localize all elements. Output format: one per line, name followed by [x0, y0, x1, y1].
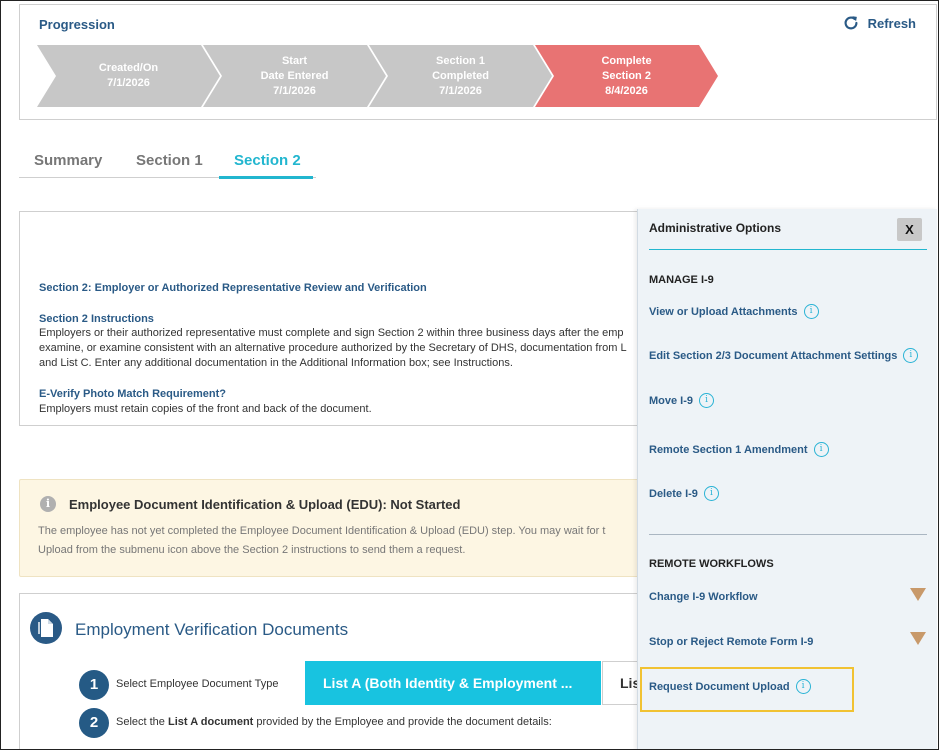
info-icon[interactable]: i — [703, 486, 719, 501]
edu-text-line-2: Upload from the submenu icon above the S… — [38, 544, 466, 556]
info-icon[interactable]: i — [903, 348, 919, 363]
admin-panel-title: Administrative Options — [649, 221, 782, 235]
step-2-label: Select the List A document provided by t… — [116, 716, 552, 728]
delete-i9-link[interactable]: Delete I-9 i — [649, 486, 719, 501]
step-complete-section2: Complete Section 2 8/4/2026 — [535, 45, 718, 107]
info-icon[interactable]: i — [803, 304, 819, 319]
admin-title-divider — [649, 249, 927, 250]
document-icon — [30, 612, 62, 644]
progression-card: Progression Refresh Created/On 7/1/2026 S… — [19, 4, 937, 120]
section2-heading: Section 2: Employer or Authorized Repres… — [39, 282, 427, 294]
step-section1-completed: Section 1 Completed 7/1/2026 — [369, 45, 552, 107]
administrative-options-panel: Administrative Options X MANAGE I-9 View… — [637, 209, 937, 749]
instructions-body-line-1: Employers or their authorized representa… — [39, 327, 624, 339]
progression-title: Progression — [39, 17, 115, 32]
edit-attachment-settings-link[interactable]: Edit Section 2/3 Document Attachment Set… — [649, 348, 919, 363]
step-created: Created/On 7/1/2026 — [37, 45, 220, 107]
everify-body: Employers must retain copies of the fron… — [39, 403, 372, 415]
edu-text-line-1: The employee has not yet completed the E… — [38, 525, 606, 537]
remote-section1-amendment-link[interactable]: Remote Section 1 Amendment i — [649, 442, 829, 457]
edu-status-notice: i Employee Document Identification & Upl… — [19, 479, 659, 577]
admin-section-divider — [649, 534, 927, 535]
remote-workflows-heading: REMOTE WORKFLOWS — [649, 558, 774, 570]
list-a-button[interactable]: List A (Both Identity & Employment ... — [305, 661, 601, 705]
tab-summary[interactable]: Summary — [34, 152, 102, 169]
employment-verification-title: Employment Verification Documents — [75, 620, 349, 639]
tab-section-2[interactable]: Section 2 — [234, 152, 301, 169]
request-document-upload-link[interactable]: Request Document Upload i — [649, 679, 811, 694]
step-start-date: Start Date Entered 7/1/2026 — [203, 45, 386, 107]
section2-instructions-heading: Section 2 Instructions — [39, 313, 154, 325]
info-icon[interactable]: i — [795, 679, 811, 694]
page-frame: Progression Refresh Created/On 7/1/2026 S… — [0, 0, 939, 750]
edu-title: Employee Document Identification & Uploa… — [69, 497, 461, 512]
caret-down-icon[interactable] — [910, 632, 926, 645]
section2-instructions-card: Section 2: Employer or Authorized Repres… — [19, 211, 659, 426]
info-icon: i — [40, 496, 56, 512]
section-tabs: Summary Section 1 Section 2 — [19, 146, 316, 179]
active-tab-indicator — [219, 176, 313, 179]
instructions-body-line-3: and List C. Enter any additional documen… — [39, 357, 513, 369]
tab-section-1[interactable]: Section 1 — [136, 152, 203, 169]
change-i9-workflow-link[interactable]: Change I-9 Workflow — [649, 591, 758, 603]
employment-verification-card: Employment Verification Documents 1 Sele… — [19, 593, 659, 749]
view-upload-attachments-link[interactable]: View or Upload Attachments i — [649, 304, 819, 319]
step-number-1: 1 — [79, 670, 109, 700]
refresh-button[interactable]: Refresh — [842, 14, 916, 32]
manage-i9-heading: MANAGE I-9 — [649, 274, 714, 286]
info-icon[interactable]: i — [699, 393, 715, 408]
close-button[interactable]: X — [897, 218, 922, 241]
step-number-2: 2 — [79, 708, 109, 738]
refresh-icon — [844, 16, 858, 30]
move-i9-link[interactable]: Move I-9 i — [649, 393, 715, 408]
stop-reject-remote-form-link[interactable]: Stop or Reject Remote Form I-9 — [649, 636, 813, 648]
step-1-label: Select Employee Document Type — [116, 678, 279, 690]
everify-heading[interactable]: E-Verify Photo Match Requirement? — [39, 388, 226, 400]
info-icon[interactable]: i — [813, 442, 829, 457]
refresh-label: Refresh — [867, 15, 916, 31]
instructions-body-line-2: examine, or examine consistent with an a… — [39, 342, 627, 354]
caret-down-icon[interactable] — [910, 588, 926, 601]
